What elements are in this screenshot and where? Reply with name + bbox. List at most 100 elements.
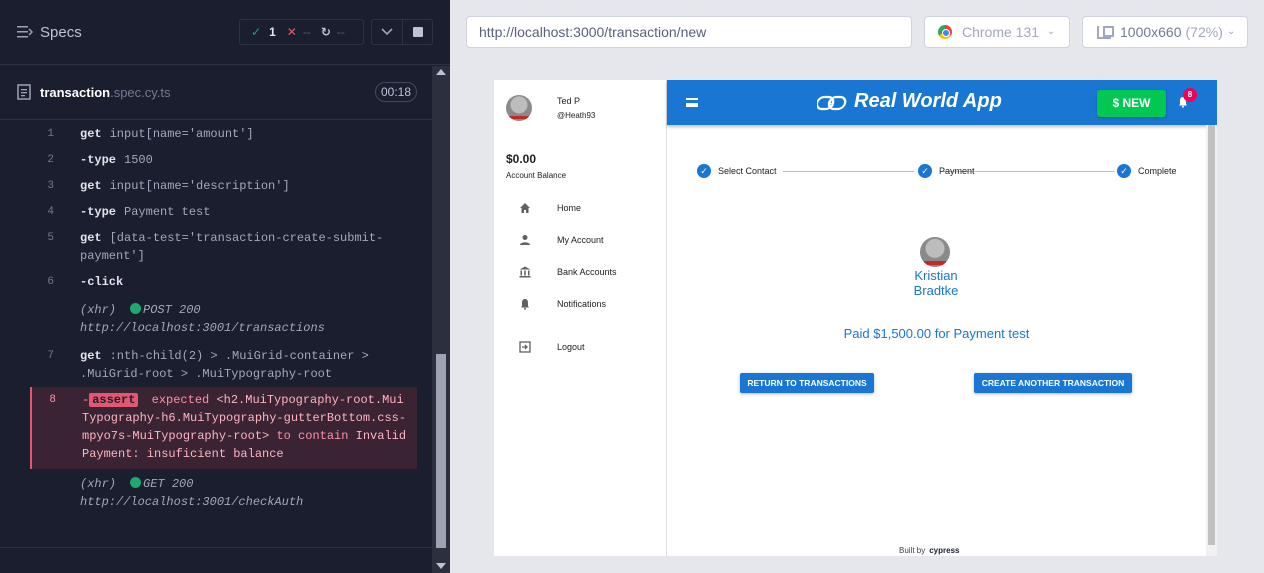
command-row[interactable]: 2 -type 1500 [30,147,417,173]
app-title: Real World App [854,90,1002,112]
assert-badge: assert [89,393,139,407]
return-to-transactions-button[interactable]: RETURN TO TRANSACTIONS [740,373,874,393]
failed-count: -- [302,25,311,39]
command-row[interactable]: 3 get input[name='description'] [30,173,417,199]
pending-icon: ↻ [320,25,331,39]
chevron-down-icon: ⌄ [1227,26,1236,37]
svg-text:$: $ [828,99,834,110]
spec-file-name[interactable]: transaction.spec.cy.ts [40,85,171,100]
command-row[interactable]: 5 get [data-test='transaction-create-submi… [30,225,417,269]
sidebar-item-my-account[interactable]: My Account [494,228,666,254]
viewport-label: 1000x660 (72%) [1120,17,1223,47]
command-message: input[name='description'] [109,179,290,193]
command-message: 1500 [124,153,153,167]
sidebar-item-logout[interactable]: Logout [494,335,666,361]
spec-file-header: transaction.spec.cy.ts 00:18 [0,66,432,120]
reporter-header: Specs ✓ 1 ✕ -- ↻ -- [0,0,450,65]
pending-count: -- [336,25,345,39]
command-row[interactable]: 6 -click [30,269,417,295]
sidebar-item-notifications[interactable]: Notifications [494,292,666,318]
command-number: 7 [47,350,54,362]
step-payment: ✓ Payment [918,164,975,178]
command-name: -type [80,153,117,167]
person-icon [520,235,530,245]
command-name: get [80,349,102,363]
test-stats: ✓ 1 ✕ -- ↻ -- [239,19,364,45]
viewport-selector[interactable]: 1000x660 (72%) ⌄ [1082,16,1248,48]
divider [0,547,432,548]
app-scrollbar[interactable] [1206,125,1217,556]
assert-expected-label: expected [151,393,210,407]
new-transaction-button[interactable]: $ NEW [1097,90,1166,117]
command-message: input[name='amount'] [109,127,254,141]
app-under-test: Ted P @Heath93 $0.00 Account Balance Hom… [494,80,1217,556]
command-name: get [80,127,102,141]
success-dot-icon [130,477,142,488]
stop-icon [412,27,423,37]
transaction-result-message: Paid $1,500.00 for Payment test [843,326,1030,341]
scrollbar-thumb[interactable] [1208,125,1215,545]
scrollbar-thumb[interactable] [436,354,446,548]
chevron-down-icon: ⌄ [1047,26,1056,37]
xhr-url: http://localhost:3001/transactions [80,321,325,335]
chrome-icon [938,25,952,39]
command-log-scrollbar[interactable] [432,66,450,573]
command-number: 2 [47,154,54,166]
command-list: 1 get input[name='amount'] 2 -type 1500 3 get in… [30,121,417,517]
sidebar-item-label: Bank Accounts [557,267,617,277]
command-number: 3 [47,180,54,192]
built-by-label: Built by [899,546,926,555]
scroll-down-arrow-icon[interactable] [436,563,446,569]
step-label: Complete [1138,166,1177,176]
command-number: 5 [47,232,54,244]
file-icon [17,84,31,100]
xhr-log-item[interactable]: (xhr) POST 200 http://localhost:3001/tran… [30,295,417,343]
failed-assertion-row[interactable]: 8 - assert expected <h2.MuiTypography-roo… [30,387,417,469]
command-row[interactable]: 4 -type Payment test [30,199,417,225]
command-log-panel: Specs ✓ 1 ✕ -- ↻ -- transaction.spec.cy.… [0,0,450,573]
viewport-icon [1097,26,1114,39]
stop-button[interactable] [403,19,433,45]
xhr-type: (xhr) [80,303,117,317]
spec-file-extension: .spec.cy.ts [110,85,171,100]
command-row[interactable]: 7 get:nth-child(2) > .MuiGrid-container … [30,343,417,387]
sidebar-item-bank-accounts[interactable]: Bank Accounts [494,260,666,286]
command-name: get [80,179,102,193]
app-sidebar: Ted P @Heath93 $0.00 Account Balance Hom… [494,80,667,556]
xhr-url: http://localhost:3001/checkAuth [80,495,304,509]
scroll-up-arrow-icon[interactable] [436,69,446,75]
specs-list-icon[interactable] [17,25,33,39]
user-full-name: Ted P [557,96,581,106]
app-header: $ Real World App $ NEW 8 [667,80,1217,125]
built-by-footer[interactable]: Built by cypress [899,546,959,555]
specs-label[interactable]: Specs [40,24,82,41]
browser-label: Chrome 131 [962,24,1040,40]
cypress-logo: cypress [929,546,960,555]
url-bar[interactable]: http://localhost:3000/transaction/new [466,16,912,48]
passed-icon: ✓ [251,25,262,39]
sidebar-item-home[interactable]: Home [494,196,666,222]
assert-to-contain-label: to contain [276,429,349,443]
passed-count: 1 [269,25,276,39]
sidebar-item-label: My Account [557,235,604,245]
user-avatar [506,95,532,121]
command-message: [data-test='transaction-create-submit-pa… [80,231,384,263]
sidebar-item-label: Notifications [557,299,607,309]
browser-selector[interactable]: Chrome 131 ⌄ [924,16,1070,48]
account-balance-label: Account Balance [506,171,567,180]
logout-icon [519,341,531,353]
chevron-down-icon [381,28,393,36]
check-circle-icon: ✓ [1117,164,1131,178]
notification-count-badge: 8 [1183,88,1197,102]
command-number: 1 [47,128,54,140]
collapse-button[interactable] [371,19,403,45]
command-row[interactable]: 1 get input[name='amount'] [30,121,417,147]
xhr-status: POST 200 [143,303,201,317]
command-name: get [80,231,102,245]
check-circle-icon: ✓ [918,164,932,178]
create-another-transaction-button[interactable]: CREATE ANOTHER TRANSACTION [974,373,1132,393]
step-label: Payment [939,166,975,176]
xhr-log-item[interactable]: (xhr) GET 200 http://localhost:3001/check… [30,469,417,517]
xhr-status: GET 200 [143,477,194,491]
menu-icon[interactable] [686,98,698,107]
